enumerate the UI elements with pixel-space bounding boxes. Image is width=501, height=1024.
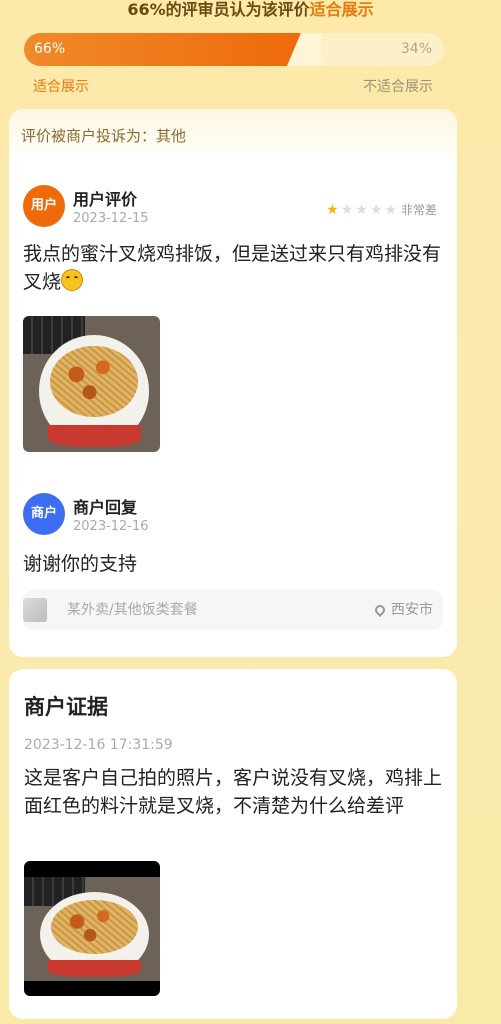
- user-review-label: 用户评价: [73, 190, 138, 209]
- location-pin-icon: [372, 602, 388, 618]
- upside-down-face-icon: [61, 269, 84, 291]
- review-photo[interactable]: [23, 316, 160, 452]
- vote-label-unsuitable: 不适合展示: [363, 79, 433, 95]
- star-icon: ★: [326, 201, 339, 218]
- star-rating: ★ ★ ★ ★ ★ 非常差: [326, 201, 437, 218]
- user-review-text-body: 我点的蜜汁叉烧鸡排饭，但是送过来只有鸡排没有叉烧: [23, 243, 442, 293]
- vote-pct-unsuitable: 34%: [400, 41, 432, 57]
- vote-summary-pct: 66%: [127, 0, 166, 19]
- evidence-title: 商户证据: [24, 695, 108, 719]
- rating-text: 非常差: [400, 203, 437, 217]
- evidence-text: 这是客户自己拍的照片，客户说没有叉烧，鸡排上面红色的料汁就是叉烧，不清楚为什么给…: [24, 767, 443, 817]
- complaint-reason: 评价被商户投诉为：其他: [9, 109, 457, 161]
- evidence-card: 商户证据 2023-12-16 17:31:59 这是客户自己拍的照片，客户说没…: [9, 669, 457, 1019]
- merchant-reply-date: 2023-12-16: [73, 519, 149, 534]
- merchant-reply-label: 商户回复: [73, 498, 138, 517]
- star-icon: ★: [384, 201, 397, 218]
- shop-info-bar[interactable]: 某外卖/其他饭类套餐 西安市: [23, 590, 443, 630]
- shop-city: 西安市: [391, 602, 433, 618]
- vote-pct-suitable: 66%: [34, 41, 66, 57]
- vote-label-suitable: 适合展示: [33, 79, 89, 95]
- merchant-avatar: 商户: [23, 493, 65, 535]
- vote-summary-mid: 的评审员认为该评价: [165, 0, 310, 19]
- review-card: 评价被商户投诉为：其他 用户 用户评价 2023-12-15 ★ ★ ★ ★ ★…: [9, 109, 457, 657]
- star-icon: ★: [369, 201, 383, 218]
- user-review-text: 我点的蜜汁叉烧鸡排饭，但是送过来只有鸡排没有叉烧: [23, 240, 448, 296]
- user-review-date: 2023-12-15: [73, 211, 149, 226]
- evidence-datetime: 2023-12-16 17:31:59: [24, 737, 173, 753]
- vote-progress-bar: 66% 34%: [24, 33, 444, 66]
- merchant-reply-text: 谢谢你的支持: [23, 553, 138, 575]
- vote-bar-suitable: [24, 33, 301, 66]
- user-avatar: 用户: [23, 185, 65, 227]
- vote-summary: 66%的评审员认为该评价适合展示: [0, 0, 501, 22]
- shop-thumbnail: [23, 598, 47, 622]
- vote-summary-accent: 适合展示: [309, 0, 374, 19]
- shop-name: 某外卖/其他饭类套餐: [67, 602, 198, 618]
- shop-location: 西安市: [372, 590, 433, 630]
- star-icon: ★: [355, 201, 368, 218]
- star-icon: ★: [340, 201, 354, 218]
- evidence-photo[interactable]: [24, 861, 160, 996]
